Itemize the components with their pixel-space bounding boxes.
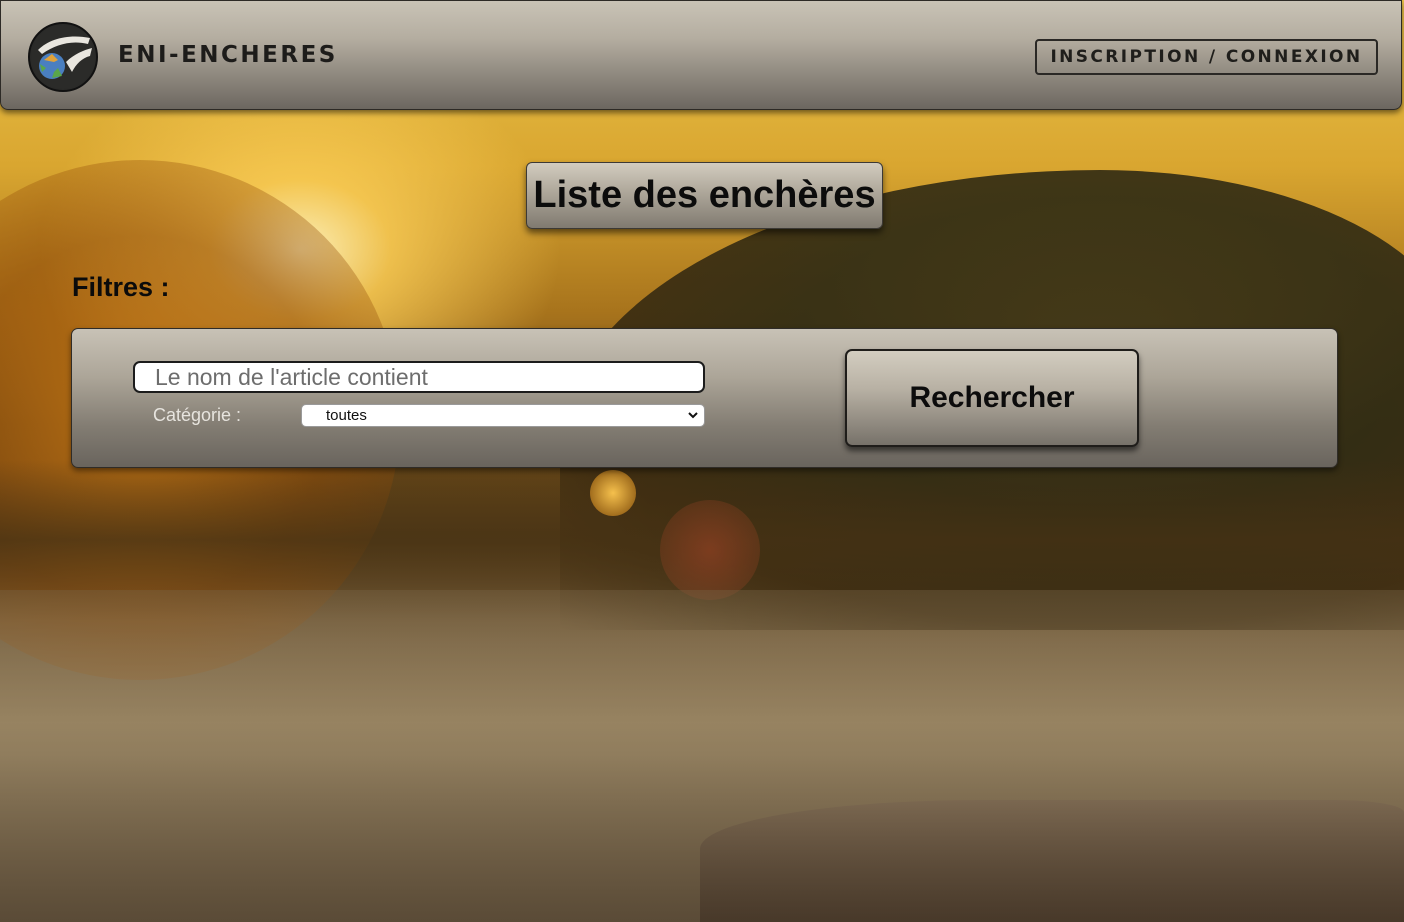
site-brand-name[interactable]: ENI-ENCHERES (118, 42, 338, 68)
chevron-down-icon (688, 412, 698, 419)
lens-flare-red (660, 500, 760, 600)
signup-login-link[interactable]: INSCRIPTION / CONNEXION (1035, 39, 1378, 75)
site-header: ENI-ENCHERES INSCRIPTION / CONNEXION (0, 0, 1402, 110)
page-title: Liste des enchères (526, 162, 883, 229)
article-name-search-input[interactable] (133, 361, 705, 393)
category-label: Catégorie : (153, 405, 242, 425)
lens-flare (590, 470, 636, 516)
recycle-globe-logo-icon[interactable] (28, 22, 98, 92)
search-button[interactable]: Rechercher (845, 349, 1139, 447)
filters-panel: Catégorie : toutes Rechercher (71, 328, 1338, 468)
category-select[interactable]: toutes (301, 404, 705, 427)
filters-heading: Filtres : (72, 272, 170, 302)
foreground-rocks (700, 800, 1404, 922)
category-selected-value: toutes (326, 407, 367, 424)
